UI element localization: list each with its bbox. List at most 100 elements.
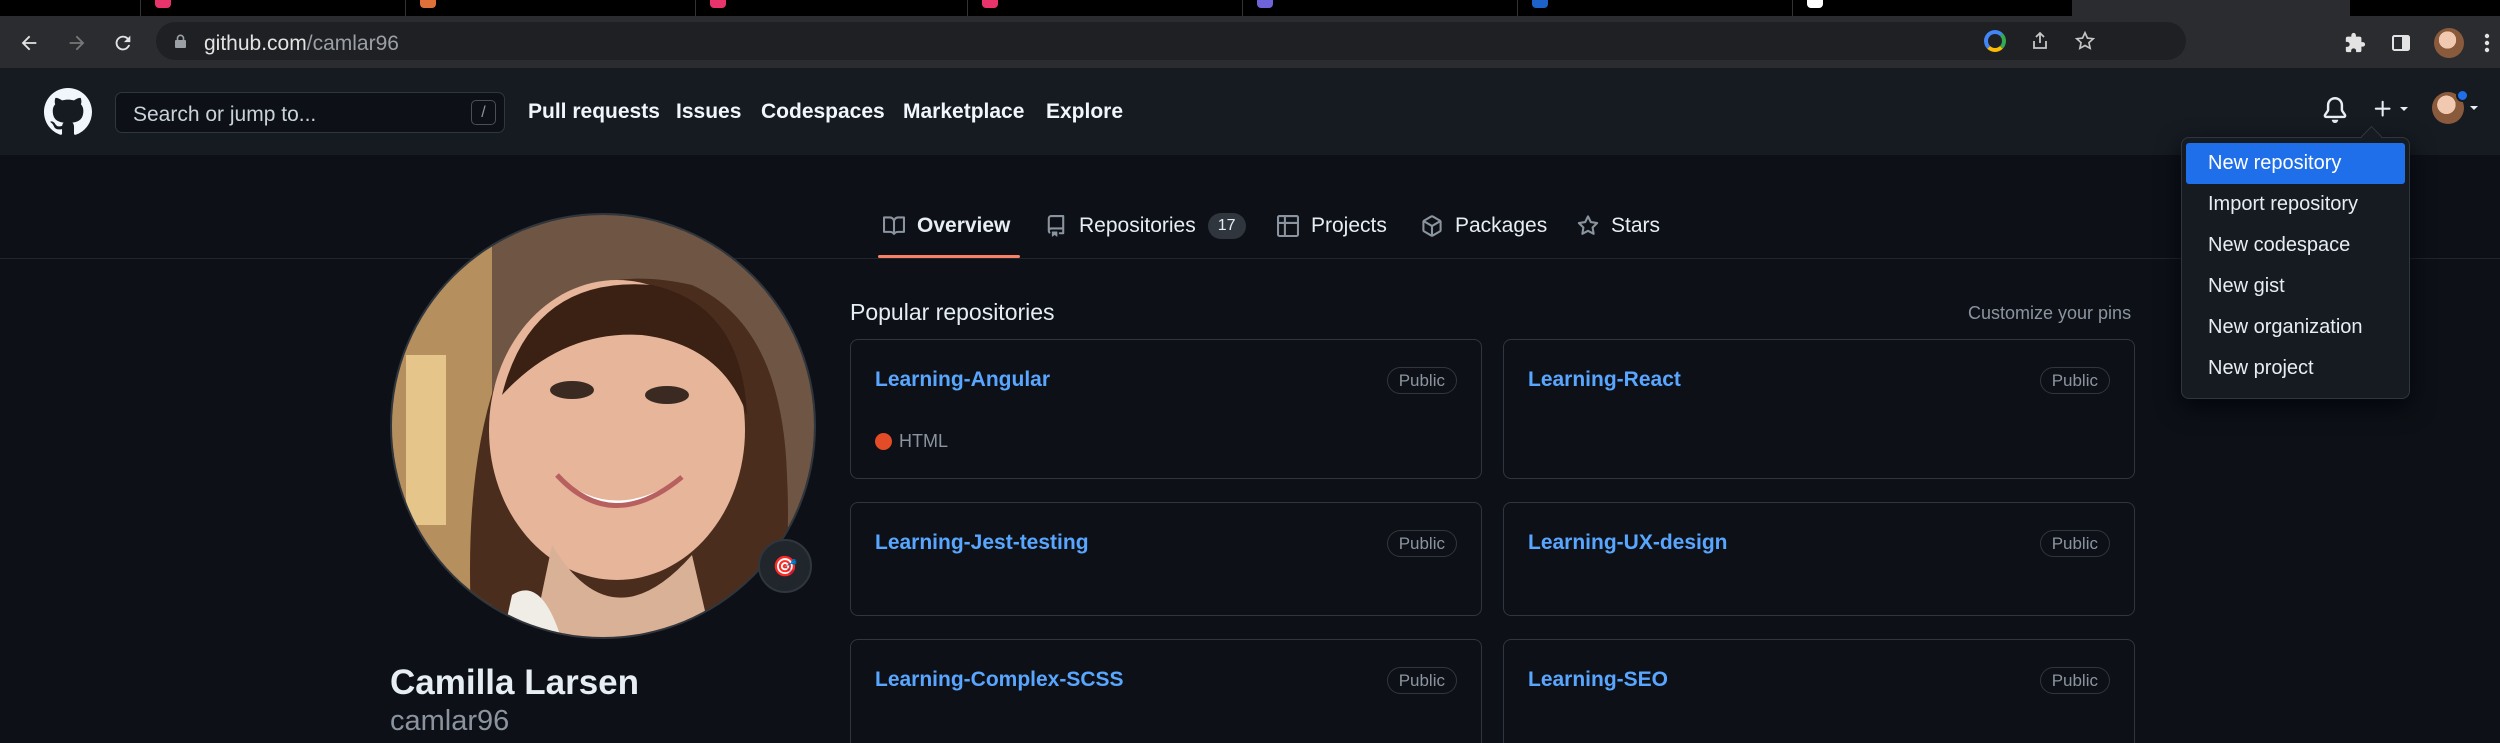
repo-card: Learning-UX-design Public <box>1503 502 2135 616</box>
tab-favicon-icon <box>155 0 171 8</box>
user-menu-button[interactable] <box>2432 89 2480 124</box>
book-icon <box>883 216 905 235</box>
repo-link[interactable]: Learning-Complex-SCSS <box>875 668 1124 692</box>
tabs-divider <box>0 258 2500 259</box>
create-new-button[interactable] <box>2372 98 2410 120</box>
search-input[interactable]: Search or jump to... / <box>115 92 505 133</box>
lock-icon[interactable] <box>174 34 187 49</box>
browser-tab[interactable] <box>1517 0 1792 16</box>
tab-repositories-label: Repositories <box>1079 214 1196 237</box>
menu-item-import-repository[interactable]: Import repository <box>2186 184 2405 225</box>
extensions-icon[interactable] <box>2342 30 2368 56</box>
browser-menu-icon[interactable] <box>2480 30 2494 56</box>
visibility-badge: Public <box>1386 530 1457 557</box>
repo-icon <box>1047 215 1065 237</box>
menu-item-new-organization[interactable]: New organization <box>2186 307 2405 348</box>
visibility-badge: Public <box>1386 367 1457 394</box>
nav-pull-requests[interactable]: Pull requests <box>528 100 660 124</box>
visibility-badge: Public <box>1386 667 1457 694</box>
url-host: github.com <box>204 32 307 55</box>
github-logo-icon[interactable] <box>44 88 92 136</box>
tab-overview[interactable]: Overview <box>883 206 1010 246</box>
tab-repositories[interactable]: Repositories 17 <box>1045 206 1246 246</box>
arrow-right-icon <box>69 35 85 51</box>
browser-tab[interactable] <box>1242 0 1517 16</box>
profile-photo <box>392 215 814 637</box>
status-emoji-icon: 🎯 <box>772 555 798 578</box>
repo-card: Learning-React Public <box>1503 339 2135 479</box>
back-button[interactable] <box>14 28 44 58</box>
reload-icon <box>115 35 131 51</box>
search-placeholder: Search or jump to... <box>133 103 317 126</box>
profile-avatar[interactable] <box>390 213 816 639</box>
menu-item-new-gist[interactable]: New gist <box>2186 266 2405 307</box>
tab-packages[interactable]: Packages <box>1421 206 1547 246</box>
profile-full-name: Camilla Larsen <box>390 663 639 702</box>
caret-down-icon <box>2470 106 2478 110</box>
repo-card: Learning-Angular Public HTML <box>850 339 1482 479</box>
forward-button[interactable] <box>62 28 92 58</box>
tab-favicon-icon <box>1807 0 1823 8</box>
google-icon[interactable] <box>1984 30 2006 52</box>
language-color-dot <box>875 433 892 450</box>
notification-dot <box>2456 89 2469 102</box>
menu-item-new-repository[interactable]: New repository <box>2186 143 2405 184</box>
browser-toolbar: github.com/camlar96 <box>0 16 2500 68</box>
popular-repositories-title: Popular repositories <box>850 299 1055 325</box>
url-path: /camlar96 <box>306 32 399 55</box>
nav-codespaces[interactable]: Codespaces <box>761 100 885 124</box>
tab-packages-label: Packages <box>1455 214 1548 237</box>
browser-tab-strip <box>0 0 2500 16</box>
avatar <box>2432 89 2469 124</box>
repo-link[interactable]: Learning-Angular <box>875 368 1050 392</box>
visibility-badge: Public <box>2039 530 2110 557</box>
repo-language: HTML <box>875 431 948 452</box>
repo-card: Learning-Jest-testing Public <box>850 502 1482 616</box>
package-icon <box>1422 215 1442 237</box>
side-panel-icon[interactable] <box>2388 30 2414 56</box>
bookmark-star-icon[interactable] <box>2074 30 2096 52</box>
tab-favicon-icon <box>982 0 998 8</box>
tab-favicon-icon <box>1257 0 1273 8</box>
reload-button[interactable] <box>108 28 138 58</box>
nav-marketplace[interactable]: Marketplace <box>903 100 1024 124</box>
share-icon[interactable] <box>2030 31 2050 51</box>
status-button[interactable]: 🎯 <box>758 539 812 593</box>
tab-stars[interactable]: Stars <box>1577 206 1660 246</box>
notifications-bell-icon[interactable] <box>2322 96 2348 124</box>
repo-card: Learning-SEO Public <box>1503 639 2135 743</box>
customize-pins-link[interactable]: Customize your pins <box>1968 303 2131 324</box>
browser-tab[interactable] <box>1792 0 2072 16</box>
visibility-badge: Public <box>2039 367 2110 394</box>
browser-tab[interactable] <box>967 0 1242 16</box>
arrow-left-icon <box>21 35 37 51</box>
address-bar[interactable]: github.com/camlar96 <box>156 22 2186 60</box>
browser-tab-active[interactable] <box>2072 0 2350 16</box>
tab-projects-label: Projects <box>1311 214 1387 237</box>
repo-link[interactable]: Learning-Jest-testing <box>875 531 1089 555</box>
menu-item-new-codespace[interactable]: New codespace <box>2186 225 2405 266</box>
table-icon <box>1277 215 1299 237</box>
browser-profile-avatar[interactable] <box>2434 28 2464 58</box>
caret-down-icon <box>2400 107 2408 111</box>
tab-favicon-icon <box>420 0 436 8</box>
repo-card: Learning-Complex-SCSS Public <box>850 639 1482 743</box>
tab-projects[interactable]: Projects <box>1277 206 1387 246</box>
star-icon <box>1577 215 1599 235</box>
create-new-menu: New repository Import repository New cod… <box>2181 137 2410 399</box>
nav-explore[interactable]: Explore <box>1046 100 1123 124</box>
menu-item-new-project[interactable]: New project <box>2186 348 2405 389</box>
nav-issues[interactable]: Issues <box>676 100 741 124</box>
repo-link[interactable]: Learning-SEO <box>1528 668 1668 692</box>
language-label: HTML <box>899 431 948 451</box>
repo-link[interactable]: Learning-UX-design <box>1528 531 1728 555</box>
browser-tab[interactable] <box>695 0 967 16</box>
tab-stars-label: Stars <box>1611 214 1661 237</box>
browser-tab[interactable] <box>140 0 405 16</box>
search-shortcut-badge: / <box>471 100 496 125</box>
repo-link[interactable]: Learning-React <box>1528 368 1681 392</box>
tab-favicon-icon <box>1532 0 1548 8</box>
browser-tab[interactable] <box>405 0 695 16</box>
plus-icon <box>2374 100 2391 117</box>
url-text: github.com/camlar96 <box>204 32 399 56</box>
